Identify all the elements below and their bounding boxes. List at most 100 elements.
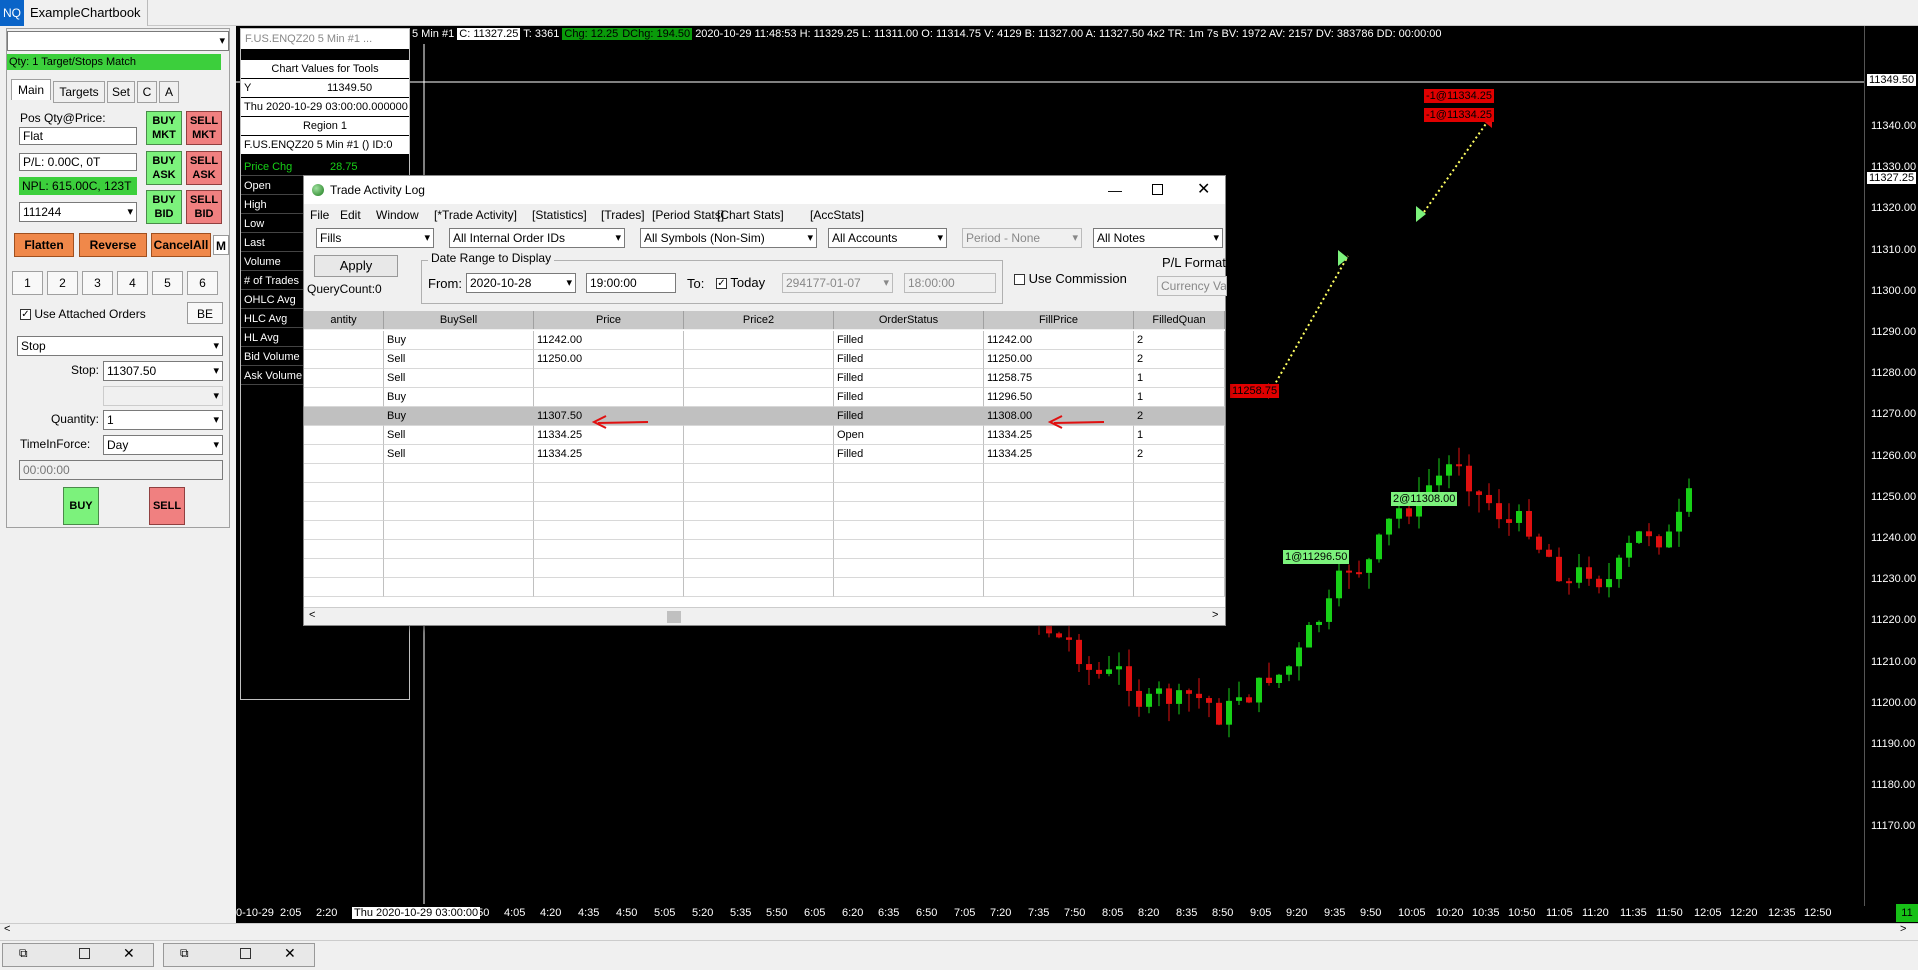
buy-ask-button[interactable]: BUY ASK [146, 151, 182, 185]
column-header[interactable]: OrderStatus [834, 311, 984, 329]
minimize-icon[interactable]: — [1108, 176, 1122, 204]
menu-item-8[interactable]: [AccStats] [810, 208, 864, 222]
tab-c[interactable]: C [137, 81, 157, 103]
sell-market-button[interactable]: SELL MKT [186, 111, 222, 145]
reverse-button[interactable]: Reverse [79, 233, 147, 257]
scroll-left-icon[interactable]: < [4, 923, 10, 935]
breakeven-button[interactable]: BE [187, 302, 223, 324]
menu-item-2[interactable]: Window [376, 208, 419, 222]
preset-qty-button-3[interactable]: 3 [82, 271, 113, 295]
gtd-time-input[interactable]: 00:00:00 [19, 460, 223, 480]
menu-item-0[interactable]: File [310, 208, 329, 222]
fills-select[interactable]: Fills [316, 228, 434, 248]
preset-qty-button-1[interactable]: 1 [12, 271, 43, 295]
scroll-left-icon[interactable]: < [309, 609, 315, 621]
accounts-select[interactable]: All Accounts [828, 228, 947, 248]
table-row[interactable]: Buy 11242.00 Filled 11242.00 2 [304, 331, 1225, 350]
buy-bid-button[interactable]: BUY BID [146, 190, 182, 224]
to-date-input[interactable]: 294177-01-07 [782, 273, 893, 293]
limit-price-input[interactable] [103, 386, 223, 406]
time-in-force-select[interactable]: Day [103, 435, 223, 455]
use-attached-orders-checkbox[interactable]: ✓ Use Attached Orders [20, 307, 146, 321]
sell-ask-button[interactable]: SELL ASK [186, 151, 222, 185]
menu-item-3[interactable]: [*Trade Activity] [434, 208, 517, 222]
symbols-select[interactable]: All Symbols (Non-Sim) [640, 228, 817, 248]
time-tick-label: 6:05 [804, 907, 826, 919]
scroll-right-icon[interactable]: > [1900, 923, 1906, 935]
menu-item-4[interactable]: [Statistics] [532, 208, 587, 222]
chartbook-tab[interactable]: ExampleChartbook [24, 0, 148, 26]
table-row[interactable]: Sell 11250.00 Filled 11250.00 2 [304, 350, 1225, 369]
column-header[interactable]: FillPrice [984, 311, 1134, 329]
maximize-icon[interactable] [1152, 184, 1163, 195]
maximize-icon[interactable] [240, 948, 251, 959]
from-date-input[interactable]: 2020-10-28 [466, 273, 576, 293]
order-type-select[interactable]: Stop [17, 336, 223, 356]
close-icon[interactable]: ✕ [1197, 176, 1210, 204]
column-header[interactable]: Price2 [684, 311, 834, 329]
minimized-window-1[interactable]: ⧉ ✕ [2, 943, 154, 967]
scroll-right-icon[interactable]: > [1212, 609, 1218, 621]
table-row[interactable]: Sell 11334.25 Filled 11334.25 2 [304, 445, 1225, 464]
use-commission-checkbox[interactable]: Use Commission [1014, 271, 1127, 286]
menu-item-6[interactable]: [Period Stats] [652, 208, 724, 222]
maximize-icon[interactable] [79, 948, 90, 959]
column-header[interactable]: BuySell [384, 311, 534, 329]
account-id-select[interactable]: 111244 [19, 202, 137, 222]
quantity-input[interactable]: 1 [103, 410, 223, 430]
table-row[interactable] [304, 464, 1225, 483]
table-row[interactable] [304, 540, 1225, 559]
tab-targets[interactable]: Targets [53, 81, 105, 103]
column-header[interactable]: Price [534, 311, 684, 329]
time-axis[interactable]: 0-10-292:052:203:353:504:054:204:354:505… [236, 904, 1864, 924]
today-checkbox[interactable]: ✓ Today [716, 275, 765, 290]
preset-qty-button-2[interactable]: 2 [47, 271, 78, 295]
table-row[interactable] [304, 521, 1225, 540]
preset-qty-button-5[interactable]: 5 [152, 271, 183, 295]
pl-format-select[interactable]: Currency Va [1157, 276, 1227, 296]
preset-qty-button-4[interactable]: 4 [117, 271, 148, 295]
order-ids-select[interactable]: All Internal Order IDs [449, 228, 625, 248]
restore-icon[interactable]: ⧉ [19, 946, 28, 961]
period-select[interactable]: Period - None [962, 228, 1082, 248]
price-axis[interactable]: 11340.00 11330.00 11320.00 11310.00 11300.00… [1864, 26, 1918, 906]
restore-icon[interactable]: ⧉ [180, 946, 189, 961]
sell-bid-button[interactable]: SELL BID [186, 190, 222, 224]
table-row[interactable]: Sell Filled 11258.75 1 [304, 369, 1225, 388]
price-tick-label: 11170.00 [1871, 820, 1916, 833]
menu-item-5[interactable]: [Trades] [601, 208, 645, 222]
horizontal-scrollbar[interactable]: < > [304, 607, 1225, 625]
preset-qty-button-6[interactable]: 6 [187, 271, 218, 295]
stop-price-input[interactable]: 11307.50 [103, 361, 223, 381]
buy-button[interactable]: BUY [63, 487, 99, 525]
scroll-thumb[interactable] [667, 611, 681, 623]
minimized-window-2[interactable]: ⧉ ✕ [163, 943, 315, 967]
menu-item-7[interactable]: [Chart Stats] [717, 208, 784, 222]
buy-market-button[interactable]: BUY MKT [146, 111, 182, 145]
from-time-input[interactable]: 19:00:00 [586, 273, 676, 293]
column-header[interactable]: antity [304, 311, 384, 329]
table-row[interactable] [304, 578, 1225, 597]
table-row[interactable] [304, 483, 1225, 502]
column-header[interactable]: FilledQuan [1134, 311, 1225, 329]
cancel-all-button[interactable]: CancelAll [151, 233, 211, 257]
sell-button[interactable]: SELL [149, 487, 185, 525]
close-icon[interactable]: ✕ [284, 945, 296, 962]
apply-button[interactable]: Apply [314, 255, 398, 277]
flatten-button[interactable]: Flatten [14, 233, 74, 257]
account-select[interactable] [7, 31, 229, 51]
notes-select[interactable]: All Notes [1093, 228, 1223, 248]
menu-item-1[interactable]: Edit [340, 208, 361, 222]
chart-scrollbar[interactable]: < > [0, 923, 1918, 937]
tab-a[interactable]: A [159, 81, 179, 103]
symbol-tag[interactable]: NQ [0, 0, 24, 26]
to-time-input[interactable]: 18:00:00 [904, 273, 996, 293]
tab-set[interactable]: Set [107, 81, 135, 103]
m-button[interactable]: M [213, 235, 229, 255]
window-title-bar[interactable]: Trade Activity Log — ✕ [304, 176, 1225, 204]
table-row[interactable]: Buy Filled 11296.50 1 [304, 388, 1225, 407]
close-icon[interactable]: ✕ [123, 945, 135, 962]
table-row[interactable] [304, 502, 1225, 521]
tab-main[interactable]: Main [11, 79, 51, 100]
table-row[interactable] [304, 559, 1225, 578]
